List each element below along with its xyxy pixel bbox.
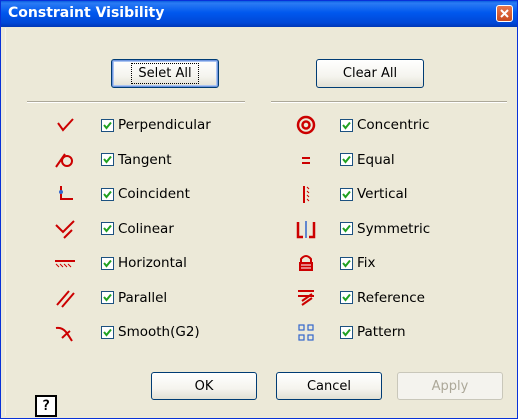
colinear-icon: [52, 218, 78, 240]
checkbox-symmetric[interactable]: Symmetric: [340, 218, 430, 240]
checkbox-tangent[interactable]: Tangent: [101, 149, 172, 171]
checkmark-icon: [342, 121, 351, 130]
checkbox-label: Vertical: [357, 186, 408, 202]
symmetric-icon: [293, 218, 319, 240]
checkbox-pattern[interactable]: Pattern: [340, 321, 406, 343]
checkbox-fix[interactable]: Fix: [340, 252, 376, 274]
help-button[interactable]: ?: [35, 395, 57, 417]
checkmark-icon: [103, 190, 112, 199]
checkbox-box[interactable]: [340, 118, 353, 132]
checkbox-box[interactable]: [101, 187, 114, 201]
checkbox-label: Parallel: [118, 289, 168, 306]
checkbox-box[interactable]: [101, 256, 114, 270]
checkbox-reference[interactable]: Reference: [340, 287, 425, 309]
close-button[interactable]: [496, 5, 513, 22]
checkbox-box[interactable]: [101, 291, 114, 304]
checkbox-label: Pattern: [357, 324, 406, 340]
checkbox-label: Smooth(G2): [118, 324, 200, 340]
cancel-label: Cancel: [306, 378, 352, 394]
checkbox-perpendicular[interactable]: Perpendicular: [101, 114, 211, 136]
select-all-button[interactable]: Selet All: [111, 59, 219, 88]
checkmark-icon: [103, 259, 112, 268]
separator-right: [271, 101, 507, 103]
checkbox-label: Fix: [357, 255, 376, 271]
checkbox-label: Equal: [357, 151, 395, 168]
checkbox-colinear[interactable]: Colinear: [101, 218, 174, 240]
close-icon: [500, 9, 509, 18]
checkbox-label: Perpendicular: [118, 117, 211, 133]
help-icon: ?: [41, 398, 51, 414]
checkbox-label: Symmetric: [357, 220, 431, 237]
horizontal-icon: [52, 252, 78, 274]
select-all-label: Selet All: [131, 63, 199, 84]
checkmark-icon: [342, 259, 351, 268]
checkbox-equal[interactable]: Equal: [340, 149, 395, 171]
window-title: Constraint Visibility: [8, 5, 165, 21]
checkbox-box[interactable]: [340, 187, 353, 201]
clear-all-label: Clear All: [342, 66, 398, 81]
checkbox-box[interactable]: [340, 153, 353, 166]
tangent-icon: [52, 149, 78, 171]
apply-button[interactable]: Apply: [397, 372, 503, 400]
checkmark-icon: [103, 155, 112, 164]
separator-left: [27, 101, 245, 103]
checkbox-box[interactable]: [101, 153, 114, 166]
parallel-icon: [52, 287, 78, 309]
ok-button[interactable]: OK: [151, 372, 257, 400]
checkmark-icon: [342, 155, 351, 164]
checkmark-icon: [342, 328, 351, 337]
vertical-icon: [293, 183, 319, 205]
fix-icon: [293, 252, 319, 274]
reference-icon: [293, 287, 319, 309]
checkbox-box[interactable]: [340, 256, 353, 270]
perpendicular-icon: [52, 114, 78, 136]
checkbox-concentric[interactable]: Concentric: [340, 114, 430, 136]
ok-label: OK: [194, 378, 214, 394]
constraint-visibility-dialog: Constraint Visibility Selet All Clear Al…: [0, 0, 518, 419]
checkbox-label: Concentric: [357, 117, 430, 133]
checkbox-box[interactable]: [340, 222, 353, 235]
dialog-content: Selet All Clear All Perpendicular Tangent…: [5, 28, 514, 417]
smooth-g2-icon: [52, 321, 78, 343]
checkmark-icon: [103, 121, 112, 130]
checkbox-box[interactable]: [101, 222, 114, 235]
clear-all-button[interactable]: Clear All: [316, 59, 424, 88]
title-bar[interactable]: Constraint Visibility: [1, 1, 517, 27]
concentric-icon: [293, 114, 319, 136]
checkmark-icon: [342, 224, 351, 233]
coincident-icon: [52, 183, 78, 205]
equal-icon: [293, 149, 319, 171]
checkbox-smooth-g2[interactable]: Smooth(G2): [101, 321, 200, 343]
apply-label: Apply: [431, 378, 469, 394]
checkbox-coincident[interactable]: Coincident: [101, 183, 190, 205]
checkbox-box[interactable]: [101, 118, 114, 132]
pattern-icon: [293, 321, 319, 343]
checkbox-vertical[interactable]: Vertical: [340, 183, 408, 205]
checkbox-label: Reference: [357, 289, 425, 306]
checkbox-horizontal[interactable]: Horizontal: [101, 252, 187, 274]
checkmark-icon: [342, 293, 351, 302]
checkmark-icon: [342, 190, 351, 199]
cancel-button[interactable]: Cancel: [276, 372, 382, 400]
checkbox-box[interactable]: [340, 325, 353, 339]
checkbox-box[interactable]: [340, 291, 353, 304]
checkmark-icon: [103, 293, 112, 302]
checkmark-icon: [103, 224, 112, 233]
checkmark-icon: [103, 328, 112, 337]
checkbox-parallel[interactable]: Parallel: [101, 287, 167, 309]
checkbox-label: Horizontal: [118, 255, 187, 271]
checkbox-label: Tangent: [118, 151, 172, 168]
checkbox-label: Colinear: [118, 220, 174, 237]
checkbox-box[interactable]: [101, 325, 114, 339]
checkbox-label: Coincident: [118, 186, 190, 202]
